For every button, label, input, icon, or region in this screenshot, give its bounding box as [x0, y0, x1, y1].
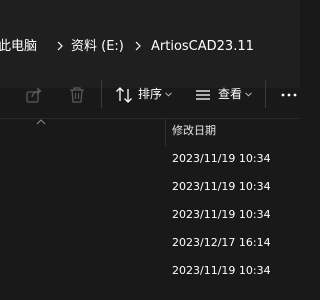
file-row[interactable]: 2023/11/19 10:34: [0, 202, 300, 230]
chevron-down-icon: [165, 92, 172, 97]
breadcrumb-item-this-pc[interactable]: 此电脑: [0, 38, 37, 56]
delete-icon[interactable]: [66, 84, 88, 106]
file-row[interactable]: 2023/12/17 16:14: [0, 230, 300, 258]
file-row[interactable]: 2023/11/19 10:34: [0, 174, 300, 202]
view-button[interactable]: 查看: [218, 86, 242, 102]
file-row[interactable]: 2023/11/19 10:34: [0, 146, 300, 174]
breadcrumb-item-drive-e[interactable]: 资料 (E:): [71, 38, 124, 56]
toolbar-separator: [101, 80, 102, 108]
view-lines-icon: [196, 90, 210, 100]
column-resize-handle[interactable]: [165, 118, 166, 146]
address-bar[interactable]: [0, 0, 300, 88]
breadcrumb-item-artioscad-folder[interactable]: ArtiosCAD23.11: [151, 38, 254, 56]
row-modified-date: 2023/11/19 10:34: [172, 208, 271, 221]
row-modified-date: 2023/11/19 10:34: [172, 152, 271, 165]
chevron-down-icon: [245, 92, 252, 97]
more-options-icon[interactable]: [278, 84, 300, 106]
toolbar-separator: [265, 80, 266, 108]
column-header-modified-date[interactable]: 修改日期: [172, 124, 216, 138]
row-modified-date: 2023/11/19 10:34: [172, 264, 271, 277]
file-explorer-window: 此电脑 资料 (E:) ArtiosCAD23.11 排序 查看 修改日期 20…: [0, 0, 300, 300]
sort-icon: [116, 87, 132, 103]
chevron-right-icon: [135, 41, 141, 51]
share-icon[interactable]: [23, 84, 45, 106]
row-modified-date: 2023/12/17 16:14: [172, 236, 271, 249]
sort-ascending-icon: [36, 119, 46, 125]
row-modified-date: 2023/11/19 10:34: [172, 180, 271, 193]
file-row[interactable]: 2023/11/19 10:34: [0, 258, 300, 286]
sort-button[interactable]: 排序: [138, 86, 162, 102]
chevron-right-icon: [57, 41, 63, 51]
